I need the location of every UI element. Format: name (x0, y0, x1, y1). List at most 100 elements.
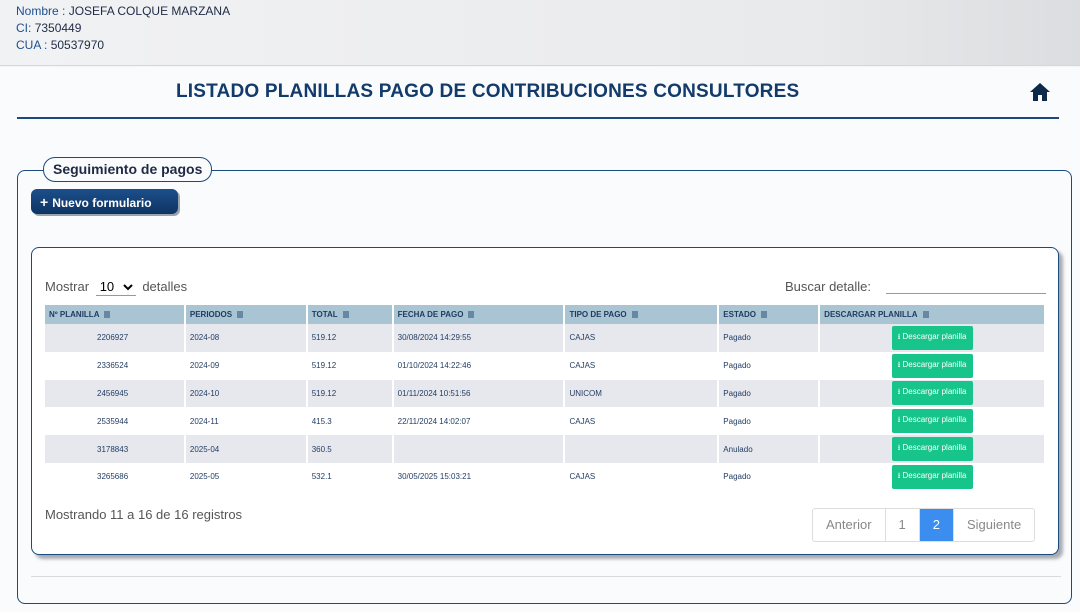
cell-total: 519.12 (306, 351, 394, 380)
cell-periodo: 2024-09 (184, 351, 308, 380)
cell-descargar: ⭳ Descargar planilla (819, 435, 1046, 463)
plus-icon: + (40, 193, 49, 210)
sort-icon (342, 311, 349, 318)
user-name-line: Nombre : JOSEFA COLQUE MARZANA (16, 4, 230, 18)
cell-fecha: 01/11/2024 10:51:56 (392, 379, 566, 408)
user-name: JOSEFA COLQUE MARZANA (68, 4, 231, 18)
cell-total: 360.5 (306, 435, 394, 463)
cell-tipo: CAJAS (564, 351, 720, 380)
cell-estado: Pagado (718, 351, 821, 380)
user-ci-line: CI: 7350449 (16, 21, 81, 35)
table-row: 2456945 2024-10 519.12 01/11/2024 10:51:… (45, 379, 1046, 408)
cell-periodo: 2025-04 (184, 435, 308, 463)
new-form-label: Nuevo formulario (52, 195, 152, 210)
col-header-fecha[interactable]: FECHA DE PAGO (392, 305, 566, 324)
new-form-button[interactable]: + Nuevo formulario (31, 189, 178, 214)
download-icon: ⭳ (897, 443, 901, 453)
table-row: 3265686 2025-05 532.1 30/05/2025 15:03:2… (45, 462, 1046, 491)
sort-icon (631, 311, 638, 318)
cell-tipo: CAJAS (564, 407, 720, 436)
download-button[interactable]: ⭳ Descargar planilla (891, 464, 973, 489)
cell-fecha: 22/11/2024 14:02:07 (392, 407, 566, 436)
cell-fecha (392, 435, 566, 463)
cell-planilla: 2456945 (45, 379, 186, 408)
search-input[interactable] (886, 276, 1046, 294)
download-button[interactable]: ⭳ Descargar planilla (891, 353, 973, 378)
col-header-total[interactable]: TOTAL (306, 305, 394, 324)
cua-label: CUA : (16, 38, 48, 52)
cell-descargar: ⭳ Descargar planilla (819, 462, 1046, 491)
download-icon: ⭳ (897, 387, 901, 397)
user-cua: 50537970 (50, 38, 105, 52)
cell-estado: Anulado (718, 435, 821, 463)
cell-planilla: 2535944 (45, 407, 186, 436)
cell-descargar: ⭳ Descargar planilla (819, 351, 1046, 380)
cell-descargar: ⭳ Descargar planilla (819, 379, 1046, 408)
fieldset-legend: Seguimiento de pagos (43, 157, 213, 182)
sort-icon (761, 311, 768, 318)
col-header-tipo[interactable]: TIPO DE PAGO (564, 305, 720, 324)
cell-fecha: 30/08/2024 14:29:55 (392, 324, 566, 352)
page-length-control: Mostrar 10 detalles (45, 278, 187, 296)
cell-planilla: 2206927 (45, 324, 186, 352)
cell-fecha: 30/05/2025 15:03:21 (392, 462, 566, 491)
pagination-page-2[interactable]: 2 (919, 509, 954, 541)
cell-periodo: 2024-08 (184, 324, 308, 352)
cell-estado: Pagado (718, 324, 821, 352)
cell-fecha: 01/10/2024 14:22:46 (392, 351, 566, 380)
cell-total: 415.3 (306, 407, 394, 436)
name-label: Nombre : (16, 4, 66, 18)
table-info: Mostrando 11 a 16 de 16 registros (45, 507, 243, 522)
payments-table: Nº PLANILLA PERIODOS TOTAL FECHA DE PAGO… (45, 305, 1046, 491)
col-header-planilla[interactable]: Nº PLANILLA (45, 305, 186, 324)
cell-planilla: 3178843 (45, 435, 186, 463)
cell-tipo: UNICOM (564, 379, 720, 408)
download-button[interactable]: ⭳ Descargar planilla (891, 409, 973, 434)
page-length-select[interactable]: 10 (95, 278, 136, 296)
cell-estado: Pagado (718, 407, 821, 436)
download-icon: ⭳ (897, 359, 901, 369)
table-row: 2535944 2024-11 415.3 22/11/2024 14:02:0… (45, 407, 1046, 436)
cell-descargar: ⭳ Descargar planilla (819, 324, 1046, 352)
user-info-bar: Nombre : JOSEFA COLQUE MARZANA CI: 73504… (0, 0, 1080, 66)
table-row: 2336524 2024-09 519.12 01/10/2024 14:22:… (45, 351, 1046, 380)
details-label: detalles (142, 279, 188, 294)
cell-estado: Pagado (718, 462, 821, 491)
cell-planilla: 3265686 (45, 462, 186, 491)
user-cua-line: CUA : 50537970 (16, 38, 104, 52)
cell-periodo: 2024-11 (184, 407, 308, 436)
cell-total: 519.12 (306, 324, 394, 352)
bottom-divider (31, 576, 1061, 577)
download-button[interactable]: ⭳ Descargar planilla (891, 325, 973, 350)
download-icon: ⭳ (897, 415, 901, 425)
cell-tipo: CAJAS (564, 462, 720, 491)
table-header-row: Nº PLANILLA PERIODOS TOTAL FECHA DE PAGO… (45, 305, 1046, 324)
sort-icon (468, 311, 475, 318)
sort-icon (237, 311, 244, 318)
download-button[interactable]: ⭳ Descargar planilla (891, 437, 973, 462)
cell-descargar: ⭳ Descargar planilla (819, 407, 1046, 436)
download-button[interactable]: ⭳ Descargar planilla (891, 381, 973, 406)
pagination: Anterior 1 2 Siguiente (812, 508, 1036, 542)
cell-total: 519.12 (306, 379, 394, 408)
ci-label: CI: (16, 21, 32, 35)
cell-periodo: 2024-10 (184, 379, 308, 408)
cell-planilla: 2336524 (45, 351, 186, 380)
user-ci: 7350449 (34, 21, 82, 35)
pagination-page-1[interactable]: 1 (886, 509, 920, 541)
pagination-next[interactable]: Siguiente (954, 509, 1034, 541)
col-header-descargar[interactable]: DESCARGAR PLANILLA (819, 305, 1046, 324)
cell-periodo: 2025-05 (184, 462, 308, 491)
col-header-periodos[interactable]: PERIODOS (184, 305, 308, 324)
col-header-estado[interactable]: ESTADO (718, 305, 821, 324)
cell-tipo: CAJAS (564, 324, 720, 352)
search-control: Buscar detalle: (785, 276, 1046, 294)
download-icon: ⭳ (897, 470, 901, 480)
search-label: Buscar detalle: (785, 279, 871, 294)
home-icon[interactable] (1028, 80, 1052, 104)
cell-estado: Pagado (718, 379, 821, 408)
download-icon: ⭳ (897, 331, 901, 341)
cell-tipo (564, 435, 720, 463)
pagination-previous[interactable]: Anterior (813, 509, 886, 541)
page-title: LISTADO PLANILLAS PAGO DE CONTRIBUCIONES… (176, 81, 800, 102)
